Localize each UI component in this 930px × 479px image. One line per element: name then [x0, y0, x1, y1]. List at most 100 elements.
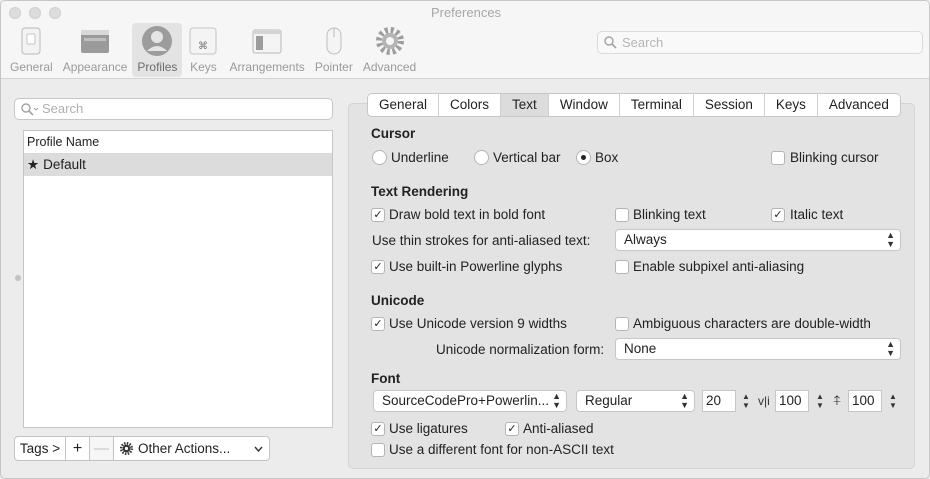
- toolbar: Preferences General Appearance Profiles …: [1, 1, 929, 79]
- search-placeholder: Search: [622, 35, 664, 50]
- vertical-spacing-stepper[interactable]: ▲ ▼: [887, 390, 899, 412]
- subpixel-antialiasing-checkbox[interactable]: [615, 260, 629, 274]
- powerline-glyphs-checkbox[interactable]: ✓: [371, 260, 385, 274]
- thin-strokes-label: Use thin strokes for anti-aliased text:: [372, 233, 591, 248]
- normalization-form-value: None: [624, 341, 657, 356]
- normalization-form-select[interactable]: None ▲ ▼: [615, 338, 901, 360]
- mouse-pointer-icon: [326, 27, 342, 55]
- ambiguous-double-width-label: Ambiguous characters are double-width: [633, 316, 871, 331]
- other-actions-label: Other Actions...: [138, 441, 231, 456]
- toolbar-item-label: Pointer: [314, 60, 353, 74]
- toolbar-item-label: Keys: [190, 60, 217, 74]
- profile-tabs: General Colors Text Window Terminal Sess…: [367, 93, 901, 117]
- toolbar-item-label: Profiles: [137, 60, 178, 74]
- tab-general[interactable]: General: [368, 94, 438, 116]
- unicode-9-widths-label: Use Unicode version 9 widths: [389, 316, 567, 331]
- unicode-9-widths-checkbox[interactable]: ✓: [371, 317, 385, 331]
- normalization-form-label: Unicode normalization form:: [436, 342, 605, 357]
- split-view-handle[interactable]: [15, 275, 21, 281]
- tab-session[interactable]: Session: [692, 94, 764, 116]
- vertical-spacing-icon: ⍏: [833, 392, 842, 408]
- thin-strokes-value: Always: [624, 232, 667, 247]
- vertical-bar-label: Vertical bar: [493, 150, 561, 165]
- tab-keys[interactable]: Keys: [763, 94, 817, 116]
- anti-aliased-checkbox[interactable]: ✓: [505, 422, 519, 436]
- underline-radio[interactable]: [372, 150, 387, 165]
- tags-button[interactable]: Tags >: [14, 436, 66, 461]
- horizontal-spacing-icon: v|i: [758, 394, 770, 408]
- remove-profile-button[interactable]: —: [90, 436, 114, 461]
- font-family-value: SourceCodePro+Powerlin...: [382, 393, 549, 408]
- window-title: Preferences: [430, 5, 502, 20]
- updown-chevron-icon: ▲ ▼: [552, 391, 561, 410]
- vertical-spacing-field[interactable]: 100: [848, 390, 882, 412]
- updown-chevron-icon: ▲ ▼: [886, 230, 895, 249]
- toolbar-item-appearance[interactable]: Appearance: [58, 23, 133, 77]
- blinking-text-checkbox[interactable]: [615, 208, 629, 222]
- font-style-select[interactable]: Regular ▲ ▼: [576, 390, 695, 412]
- toolbar-items: General Appearance Profiles ⌘ Keys Arran…: [5, 23, 421, 77]
- arrangements-window-icon: [252, 29, 282, 54]
- gear-icon: [375, 27, 404, 55]
- vertical-bar-radio[interactable]: [474, 150, 489, 165]
- bold-font-label: Draw bold text in bold font: [389, 207, 546, 222]
- chevron-down-icon: [254, 446, 263, 452]
- search-icon: [21, 103, 39, 116]
- profile-name-column-header[interactable]: Profile Name: [24, 131, 332, 154]
- subpixel-antialiasing-label: Enable subpixel anti-aliasing: [633, 259, 805, 274]
- powerline-glyphs-label: Use built-in Powerline glyphs: [389, 259, 563, 274]
- toolbar-item-label: Appearance: [62, 60, 128, 74]
- search-icon: [604, 36, 617, 49]
- toolbar-item-advanced[interactable]: Advanced: [358, 23, 421, 77]
- toolbar-item-keys[interactable]: ⌘ Keys: [182, 23, 224, 77]
- profile-name: Default: [43, 157, 86, 172]
- search-placeholder: Search: [42, 101, 84, 116]
- font-family-select[interactable]: SourceCodePro+Powerlin... ▲ ▼: [373, 390, 567, 412]
- default-star-icon: ★: [27, 157, 40, 172]
- thin-strokes-select[interactable]: Always ▲ ▼: [615, 229, 901, 251]
- non-ascii-font-checkbox[interactable]: [371, 443, 385, 457]
- font-section-title: Font: [371, 371, 401, 386]
- ambiguous-double-width-checkbox[interactable]: [615, 317, 629, 331]
- tab-text[interactable]: Text: [500, 94, 548, 116]
- toolbar-item-general[interactable]: General: [5, 23, 58, 77]
- toolbar-search-input[interactable]: Search: [597, 31, 923, 54]
- toolbar-item-pointer[interactable]: Pointer: [310, 23, 358, 77]
- profile-row-default[interactable]: ★ Default: [24, 154, 332, 176]
- tab-advanced[interactable]: Advanced: [816, 94, 900, 116]
- box-radio[interactable]: [576, 150, 591, 165]
- text-rendering-section-title: Text Rendering: [371, 184, 469, 199]
- blinking-cursor-label: Blinking cursor: [790, 150, 879, 165]
- italic-text-checkbox[interactable]: ✓: [771, 208, 785, 222]
- tab-terminal[interactable]: Terminal: [618, 94, 693, 116]
- font-style-value: Regular: [585, 393, 633, 408]
- other-actions-menu[interactable]: Other Actions...: [114, 436, 270, 461]
- horizontal-spacing-field[interactable]: 100: [775, 390, 809, 412]
- general-switch-icon: [21, 27, 41, 55]
- profile-search-input[interactable]: Search: [14, 98, 333, 120]
- unicode-section-title: Unicode: [371, 293, 425, 308]
- profile-list: Profile Name ★ Default: [23, 130, 333, 428]
- blinking-text-label: Blinking text: [633, 207, 706, 222]
- font-size-field[interactable]: 20: [702, 390, 736, 412]
- tab-window[interactable]: Window: [547, 94, 619, 116]
- ligatures-checkbox[interactable]: ✓: [371, 422, 385, 436]
- toolbar-item-label: General: [10, 60, 53, 74]
- anti-aliased-label: Anti-aliased: [523, 421, 594, 436]
- command-key-icon: ⌘: [189, 27, 217, 55]
- horizontal-spacing-stepper[interactable]: ▲ ▼: [814, 390, 826, 412]
- toolbar-item-label: Arrangements: [229, 60, 305, 74]
- add-profile-button[interactable]: +: [66, 436, 90, 461]
- cursor-section-title: Cursor: [371, 126, 416, 141]
- preferences-window: Preferences General Appearance Profiles …: [0, 0, 930, 479]
- bold-font-checkbox[interactable]: ✓: [371, 208, 385, 222]
- gear-icon: [119, 441, 134, 456]
- profile-actions-bar: Tags > + — Other Actions...: [14, 436, 270, 461]
- toolbar-item-profiles[interactable]: Profiles: [132, 23, 183, 77]
- font-size-stepper[interactable]: ▲ ▼: [740, 390, 752, 412]
- appearance-window-icon: [81, 30, 110, 53]
- non-ascii-font-label: Use a different font for non-ASCII text: [389, 442, 614, 457]
- blinking-cursor-checkbox[interactable]: [771, 151, 785, 165]
- toolbar-item-arrangements[interactable]: Arrangements: [224, 23, 309, 77]
- tab-colors[interactable]: Colors: [438, 94, 500, 116]
